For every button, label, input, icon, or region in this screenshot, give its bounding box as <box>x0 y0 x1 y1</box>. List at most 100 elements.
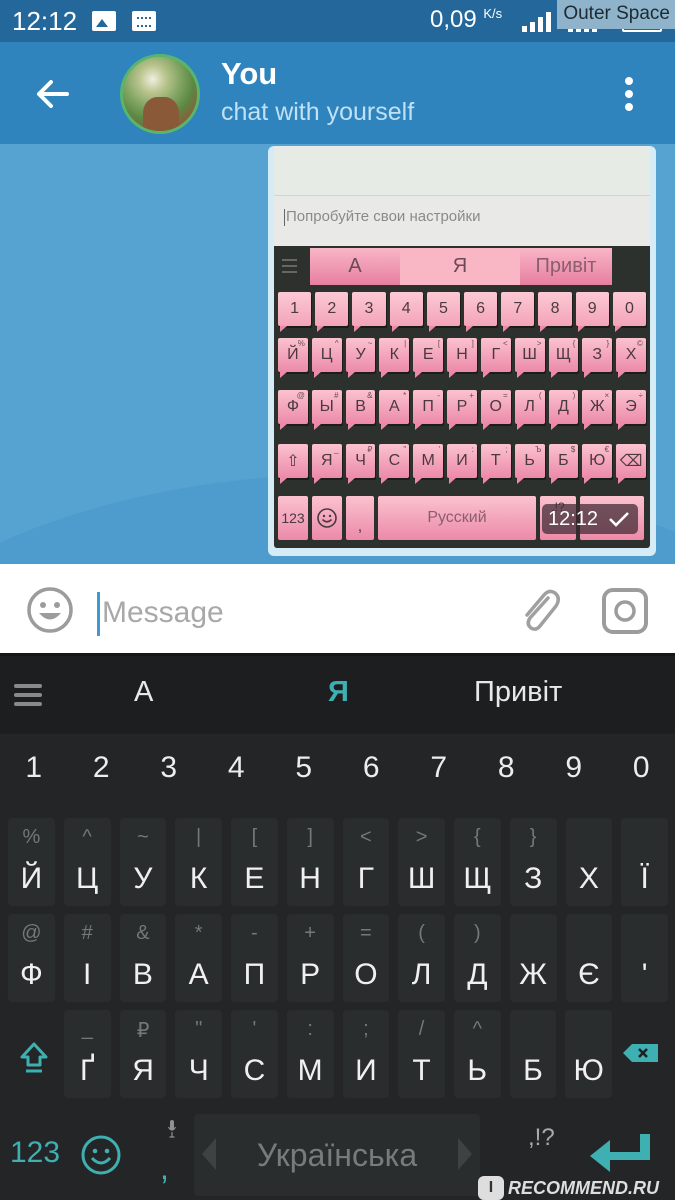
message-input[interactable] <box>102 588 482 638</box>
key-label: Ю <box>573 1054 604 1087</box>
letter-key[interactable]: < Г <box>342 818 390 906</box>
letter-key[interactable]: Б <box>509 1010 557 1098</box>
letter-key[interactable]: " Ч <box>175 1010 223 1098</box>
letter-key[interactable]: } З <box>509 818 557 906</box>
letter-key[interactable]: ) Д <box>454 914 501 1002</box>
letter-key[interactable]: ' С <box>231 1010 278 1098</box>
number-key[interactable]: 6 <box>338 751 406 801</box>
microphone-icon <box>168 1120 176 1138</box>
avatar[interactable] <box>120 54 200 134</box>
chat-title[interactable]: You <box>221 56 277 92</box>
letter-key[interactable]: > Ш <box>398 818 445 906</box>
more-options-button[interactable] <box>612 72 646 116</box>
letter-key[interactable]: * А <box>175 914 222 1002</box>
pink-key-alt: ' <box>438 445 441 454</box>
pink-row-3: ⇧ _ Я ₽ Ч " С ' М: И; Т Ъ Ь $ Б € Ю ⌫ <box>278 444 646 484</box>
letter-key[interactable]: ' <box>621 914 668 1002</box>
comma-key[interactable]: , <box>148 1114 188 1196</box>
pink-key: # Ы <box>311 390 342 430</box>
pink-key-alt: + <box>469 391 474 400</box>
emoji-button[interactable] <box>26 586 74 634</box>
numbers-key[interactable]: 123 <box>10 1136 60 1170</box>
number-key[interactable]: 8 <box>473 751 541 801</box>
screenshot-preview-area <box>274 146 650 196</box>
attach-button[interactable] <box>514 584 564 636</box>
suggestion-3[interactable]: Привіт <box>474 676 562 709</box>
number-key[interactable]: 1 <box>0 751 68 801</box>
key-label: Л <box>411 958 432 991</box>
letter-key[interactable]: ₽ Я <box>119 1010 167 1098</box>
pink-emoji-key <box>312 496 342 540</box>
letter-key[interactable]: ] Н <box>286 818 334 906</box>
letter-key[interactable]: @ Ф <box>8 914 55 1002</box>
letter-key[interactable]: Ж <box>509 914 557 1002</box>
emoji-key[interactable] <box>80 1134 122 1176</box>
letter-key[interactable]: ^ Ц <box>63 818 111 906</box>
suggestion-2[interactable]: Я <box>328 676 349 709</box>
pink-key: ÷ Э <box>616 390 646 430</box>
key-label: Ї <box>640 862 649 895</box>
photo-message[interactable]: Попробуйте свои настройки А Я Привіт 123… <box>268 146 656 556</box>
letter-key[interactable]: ^ Ь <box>453 1010 501 1098</box>
keyboard-menu-button[interactable] <box>14 684 42 708</box>
key-label: К <box>189 862 208 895</box>
letter-key[interactable]: + Р <box>286 914 334 1002</box>
number-key[interactable]: 4 <box>203 751 271 801</box>
pink-key: × Ж <box>582 390 613 430</box>
shift-key[interactable] <box>14 1038 54 1078</box>
pink-key: :И <box>447 444 477 484</box>
key-label: Я <box>132 1054 154 1087</box>
letter-key[interactable]: (Л <box>398 914 445 1002</box>
pink-key-label: Е <box>422 346 434 363</box>
letter-key[interactable]: = О <box>342 914 390 1002</box>
number-key[interactable]: 5 <box>270 751 338 801</box>
camera-button[interactable] <box>600 586 650 636</box>
network-speed-value: 0,09 <box>430 6 477 33</box>
key-alt-symbol: ( <box>418 922 425 944</box>
letter-key[interactable]: # І <box>63 914 111 1002</box>
pink-backspace-key: ⌫ <box>616 444 646 484</box>
letter-key[interactable]: {Щ <box>454 818 501 906</box>
letter-key[interactable]: | К <box>175 818 222 906</box>
letter-key[interactable]: / Т <box>398 1010 445 1098</box>
pink-key-label: Н <box>456 346 468 363</box>
letter-key[interactable]: -П <box>231 914 278 1002</box>
punctuation-key[interactable]: ,!? <box>528 1124 555 1152</box>
pink-key-label: Ю <box>589 452 606 469</box>
pink-key: ЪЬ <box>514 444 545 484</box>
letter-key[interactable]: Ї <box>621 818 668 906</box>
letter-key[interactable]: :М <box>286 1010 334 1098</box>
pink-key: 4 <box>389 292 423 332</box>
enter-key[interactable] <box>588 1132 658 1176</box>
number-key[interactable]: 0 <box>608 751 675 801</box>
number-key[interactable]: 7 <box>405 751 473 801</box>
letter-key[interactable]: _ Ґ <box>64 1010 111 1098</box>
letter-key[interactable]: ~ У <box>119 818 167 906</box>
letter-key[interactable]: [Е <box>231 818 278 906</box>
number-key[interactable]: 2 <box>68 751 136 801</box>
key-row-2: @ Ф # І & В * А - П + Р = О(Л) Д Ж Є ' <box>8 914 668 1002</box>
letter-key[interactable]: Ю <box>565 1010 613 1098</box>
letter-key[interactable]: % Й <box>8 818 55 906</box>
pink-key: 8 <box>538 292 572 332</box>
back-button[interactable] <box>30 72 74 116</box>
number-key[interactable]: 3 <box>135 751 203 801</box>
key-alt-symbol: = <box>360 922 372 944</box>
number-key[interactable]: 9 <box>540 751 608 801</box>
suggestion-1[interactable]: А <box>134 676 153 709</box>
backspace-key[interactable] <box>622 1042 660 1070</box>
chat-area[interactable]: Попробуйте свои настройки А Я Привіт 123… <box>0 144 675 564</box>
pink-key-alt: ) <box>572 391 576 400</box>
letter-key[interactable]: & В <box>119 914 167 1002</box>
key-alt-symbol: ~ <box>137 826 149 848</box>
letter-key[interactable]: Х <box>565 818 613 906</box>
comma-label: , <box>160 1150 169 1186</box>
key-alt-symbol: / <box>418 1018 425 1040</box>
space-key[interactable]: Українська <box>194 1114 480 1196</box>
key-label: Й <box>20 862 43 895</box>
key-label: Ґ <box>80 1054 95 1087</box>
letter-key[interactable]: Є <box>565 914 613 1002</box>
letter-key[interactable]: ; И <box>342 1010 390 1098</box>
key-label: Ф <box>19 958 43 991</box>
keyboard: А Я Привіт 1234567890 % Й ^ Ц ~ У | К[Е] Н < Г > Ш{Щ… <box>0 656 675 1200</box>
